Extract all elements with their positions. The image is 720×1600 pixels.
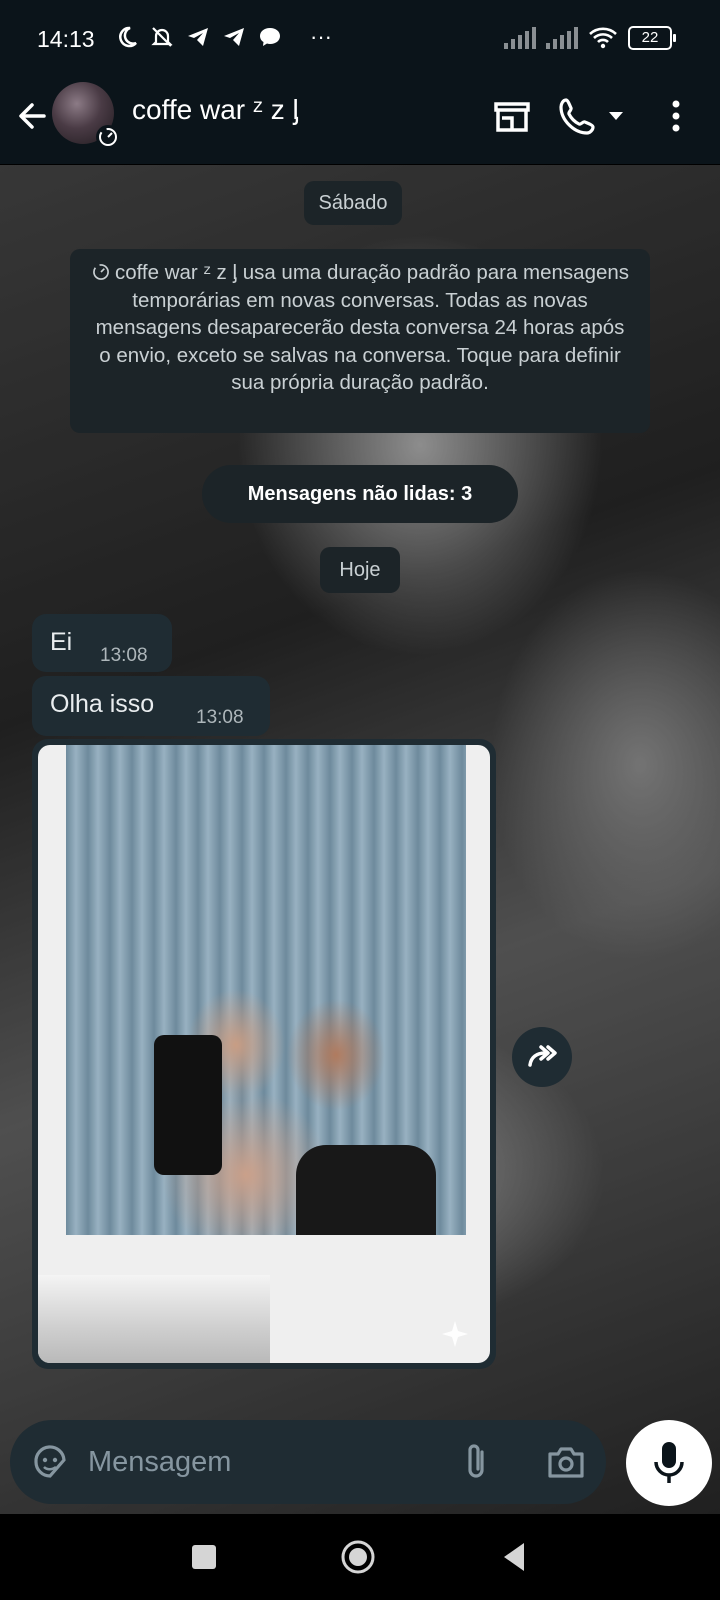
status-icons-left: ··· <box>116 24 332 50</box>
back-arrow-icon[interactable] <box>14 96 54 136</box>
voice-record-button[interactable] <box>626 1420 712 1506</box>
message-text: Olha isso <box>50 690 155 718</box>
date-separator-today: Hoje <box>320 547 400 593</box>
telegram-icon <box>188 28 208 46</box>
chevron-down-icon[interactable] <box>606 106 626 126</box>
battery-icon: 22 <box>628 26 676 50</box>
disappearing-timer-icon <box>93 264 109 280</box>
sticker-icon[interactable] <box>30 1442 70 1482</box>
microphone-icon <box>654 1442 684 1483</box>
system-message-text: coffe war ᶻ z ᶅ usa uma duração padrão p… <box>95 261 630 394</box>
photo-shadow <box>38 1275 270 1363</box>
signal-icon-2 <box>546 27 578 49</box>
message-bubble[interactable]: Olha isso 13:08 <box>32 676 270 736</box>
back-icon[interactable] <box>496 1537 536 1577</box>
camera-icon[interactable] <box>546 1444 586 1480</box>
forward-button[interactable] <box>512 1027 572 1087</box>
chat-area[interactable]: Sábado coffe war ᶻ z ᶅ usa uma duração p… <box>0 165 720 1515</box>
message-time: 13:08 <box>100 645 148 666</box>
status-bar: 14:13 ··· 22 <box>0 0 720 80</box>
wifi-icon <box>589 27 617 49</box>
photo-image[interactable] <box>38 745 490 1363</box>
image-message[interactable] <box>32 739 496 1369</box>
recent-apps-icon[interactable] <box>184 1537 224 1577</box>
home-icon[interactable] <box>338 1537 378 1577</box>
message-bubble[interactable]: Ei 13:08 <box>32 614 172 672</box>
more-notifications: ··· <box>310 24 332 49</box>
attach-icon[interactable] <box>460 1442 494 1482</box>
disappearing-messages-notice[interactable]: coffe war ᶻ z ᶅ usa uma duração padrão p… <box>70 249 650 433</box>
status-time: 14:13 <box>37 26 95 52</box>
signal-icon <box>504 27 536 49</box>
chat-bubble-icon <box>260 28 280 46</box>
message-input[interactable]: Mensagem <box>88 1446 231 1479</box>
date-separator-saturday: Sábado <box>304 181 402 225</box>
dress-in-photo <box>296 1145 436 1235</box>
store-icon[interactable] <box>490 94 534 138</box>
system-nav-bar <box>0 1514 720 1600</box>
disappearing-timer-icon <box>96 125 120 149</box>
forward-icon <box>528 1045 557 1067</box>
more-vertical-icon[interactable] <box>654 94 698 138</box>
message-time: 13:08 <box>196 707 244 728</box>
message-text: Ei <box>50 628 73 656</box>
status-icons-right: 22 <box>504 26 676 50</box>
phone-in-photo <box>154 1035 222 1175</box>
telegram-icon-2 <box>224 28 244 46</box>
muted-bell-icon <box>151 27 173 47</box>
unread-banner: Mensagens não lidas: 3 <box>202 465 518 523</box>
chat-header: coffe war ᶻ z ᶅ <box>0 80 720 165</box>
phone-icon[interactable] <box>556 94 600 138</box>
sparkle-icon <box>442 1321 468 1347</box>
polaroid-photo <box>66 745 466 1235</box>
message-input-bar[interactable]: Mensagem <box>10 1420 606 1504</box>
contact-name[interactable]: coffe war ᶻ z ᶅ <box>132 94 299 126</box>
moon-icon <box>119 26 137 48</box>
